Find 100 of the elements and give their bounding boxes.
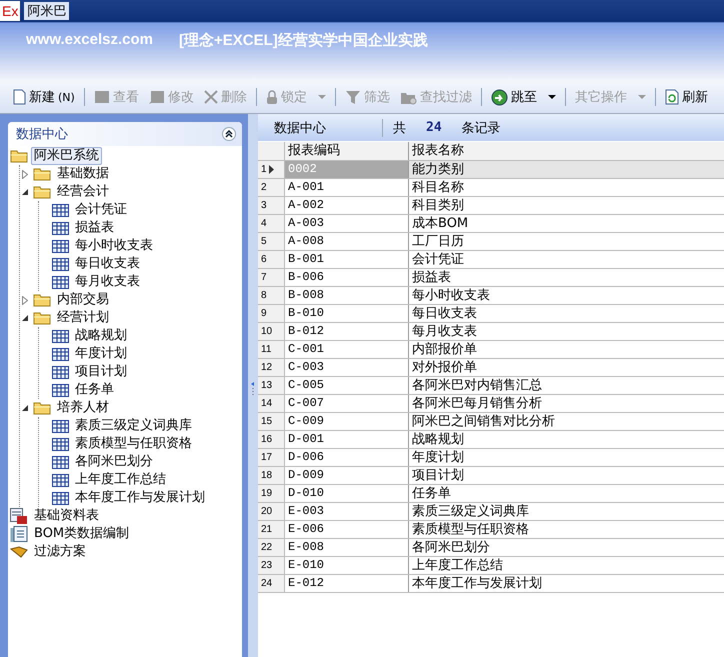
row-number: 12: [261, 362, 272, 373]
folder-icon: [10, 149, 28, 163]
table-cell: C-001: [285, 341, 409, 358]
table-cell: D-009: [285, 467, 409, 484]
tree-item[interactable]: 内部交易: [54, 291, 112, 309]
row-number: 9: [261, 308, 267, 319]
table-icon: [52, 366, 69, 378]
table-cell: B-006: [285, 269, 409, 286]
collapsed-arrow-icon[interactable]: [22, 296, 28, 304]
tree-item[interactable]: 过滤方案: [31, 543, 89, 561]
row-number: 11: [261, 344, 272, 355]
table-cell-text: 素质模型与任职资格: [411, 521, 530, 538]
row-number: 4: [261, 218, 267, 229]
table-cell-text: 任务单: [411, 485, 452, 502]
table-cell: A-003: [285, 215, 409, 232]
table-cell-text: 损益表: [411, 269, 452, 286]
tree-item[interactable]: 战略规划: [72, 327, 130, 345]
tree-item[interactable]: 年度计划: [72, 345, 130, 363]
expanded-arrow-icon[interactable]: [22, 405, 28, 411]
table-cell-text: 会计凭证: [411, 251, 465, 268]
row-number: 10: [261, 326, 272, 337]
folder-icon: [33, 185, 51, 199]
row-number: 6: [261, 254, 267, 265]
row-number: 1: [261, 164, 267, 175]
table-cell: C-009: [285, 413, 409, 430]
tree-item[interactable]: BOM类数据编制: [31, 525, 132, 543]
expanded-arrow-icon[interactable]: [22, 189, 28, 195]
tree-item[interactable]: 每月收支表: [72, 273, 143, 291]
table-cell: B-001: [285, 251, 409, 268]
row-number: 22: [261, 542, 272, 553]
row-number: 8: [261, 290, 267, 301]
table-icon: [52, 438, 69, 450]
tree-item[interactable]: 基础数据: [54, 165, 112, 183]
tree-item[interactable]: 每小时收支表: [72, 237, 156, 255]
tree-item[interactable]: 上年度工作总结: [72, 471, 169, 489]
double-chevron-up-icon: [225, 130, 233, 138]
tree-item[interactable]: 每日收支表: [72, 255, 143, 273]
table-cell-text: 各阿米巴对内销售汇总: [411, 377, 543, 394]
table-cell-text: 每月收支表: [411, 323, 478, 340]
table-cell: E-010: [285, 557, 409, 574]
tree-item[interactable]: 素质模型与任职资格: [72, 435, 195, 453]
tree-item[interactable]: 会计凭证: [72, 201, 130, 219]
tree-item[interactable]: 经营计划: [54, 309, 112, 327]
table-cell-text: 工厂日历: [411, 233, 465, 250]
column-header[interactable]: 报表名称: [409, 142, 724, 160]
collapsed-arrow-icon[interactable]: [22, 170, 28, 178]
toolbar-button[interactable]: 新建 (N): [8, 86, 80, 108]
row-number: 24: [261, 578, 272, 589]
expanded-arrow-icon[interactable]: [22, 315, 28, 321]
table-cell-text: 各阿米巴划分: [411, 539, 491, 556]
table-cell: E-003: [285, 503, 409, 520]
row-number: 21: [261, 524, 272, 535]
tree-item[interactable]: 素质三级定义词典库: [72, 417, 195, 435]
tree-item[interactable]: 基础资料表: [31, 507, 102, 525]
table-cell-text: 阿米巴之间销售对比分析: [411, 413, 556, 430]
tree-item[interactable]: 阿米巴系统: [31, 147, 102, 165]
table-cell: C-003: [285, 359, 409, 376]
count-prefix: 共: [393, 120, 406, 136]
lock-icon: [266, 90, 278, 104]
document-icon: [10, 526, 28, 542]
table-icon: [52, 492, 69, 504]
table-cell: B-008: [285, 287, 409, 304]
tree-item[interactable]: 本年度工作与发展计划: [72, 489, 208, 507]
window-title: 阿米巴: [24, 2, 70, 20]
row-number: 16: [261, 434, 272, 445]
table-cell-text: 科目类别: [411, 197, 465, 214]
row-number: 23: [261, 560, 272, 571]
toolbar-button[interactable]: 跳至: [486, 86, 561, 108]
table-cell: A-002: [285, 197, 409, 214]
table-cell-text: 上年度工作总结: [411, 557, 504, 574]
table-icon: [52, 258, 69, 270]
table-cell-text: 本年度工作与发展计划: [411, 575, 543, 592]
table-cell-text: 每日收支表: [411, 305, 478, 322]
pencil-window-icon: [148, 90, 165, 104]
table-icon: [52, 456, 69, 468]
row-number: 19: [261, 488, 272, 499]
table-icon: [52, 384, 69, 396]
window-icon: [94, 90, 110, 104]
tree-item[interactable]: 经营会计: [54, 183, 112, 201]
tree-item[interactable]: 损益表: [72, 219, 117, 237]
table-cell: A-008: [285, 233, 409, 250]
toolbar-button[interactable]: 刷新: [660, 86, 713, 108]
table-icon: [52, 204, 69, 216]
tree-item[interactable]: 项目计划: [72, 363, 130, 381]
folder-icon: [33, 401, 51, 415]
table-cell: B-010: [285, 305, 409, 322]
tree-item[interactable]: 培养人材: [54, 399, 112, 417]
tree-item[interactable]: 任务单: [72, 381, 117, 399]
row-number: 20: [261, 506, 272, 517]
column-header[interactable]: 报表编码: [285, 142, 409, 160]
row-number: 17: [261, 452, 272, 463]
collapse-button[interactable]: [222, 127, 236, 141]
tree-item[interactable]: 各阿米巴划分: [72, 453, 156, 471]
table-cell: E-012: [285, 575, 409, 592]
app-logo: Ex: [0, 1, 20, 21]
row-number: 2: [261, 182, 267, 193]
folder-icon: [33, 293, 51, 307]
filter-icon: [344, 90, 361, 104]
table-icon: [52, 330, 69, 342]
row-number: 15: [261, 416, 272, 427]
